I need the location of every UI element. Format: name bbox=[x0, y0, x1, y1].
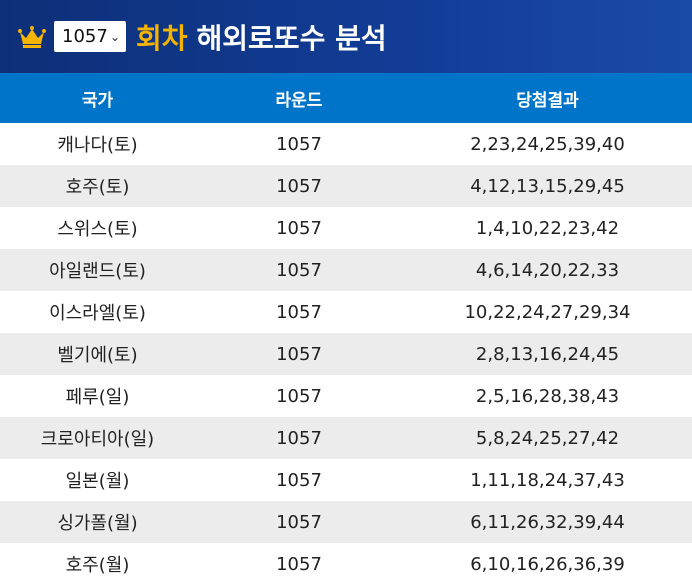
table-row: 싱가폴(월) 1057 6,11,26,32,39,44 bbox=[0, 501, 692, 543]
round-select-value: 1057 bbox=[62, 26, 108, 47]
result-cell: 6,10,16,26,36,39 bbox=[470, 553, 625, 575]
table-row: 이스라엘(토) 1057 10,22,24,27,29,34 bbox=[0, 291, 692, 333]
round-cell: 1057 bbox=[276, 133, 322, 155]
country-cell: 호주(토) bbox=[65, 177, 130, 198]
round-cell: 1057 bbox=[276, 427, 322, 449]
table-row: 호주(월) 1057 6,10,16,26,36,39 bbox=[0, 543, 692, 585]
result-cell: 5,8,24,25,27,42 bbox=[475, 427, 620, 449]
result-cell: 2,8,13,16,24,45 bbox=[475, 343, 620, 365]
country-cell: 크로아티아(일) bbox=[40, 429, 155, 450]
result-cell: 1,11,18,24,37,43 bbox=[470, 469, 625, 491]
round-cell: 1057 bbox=[276, 343, 322, 365]
country-cell: 아일랜드(토) bbox=[49, 261, 146, 282]
country-cell: 호주(월) bbox=[65, 555, 130, 576]
result-cell: 6,11,26,32,39,44 bbox=[470, 511, 625, 533]
round-select[interactable]: 1057 ⌄ bbox=[54, 21, 126, 52]
result-cell: 4,12,13,15,29,45 bbox=[470, 175, 625, 197]
table-row: 일본(월) 1057 1,11,18,24,37,43 bbox=[0, 459, 692, 501]
results-table-body: 캐나다(토) 1057 2,23,24,25,39,40 호주(토) 1057 4,12,… bbox=[0, 123, 692, 585]
title-accent: 회차 bbox=[136, 21, 188, 55]
table-row: 크로아티아(일) 1057 5,8,24,25,27,42 bbox=[0, 417, 692, 459]
result-cell: 10,22,24,27,29,34 bbox=[464, 301, 631, 323]
result-cell: 4,6,14,20,22,33 bbox=[475, 259, 620, 281]
table-row: 벨기에(토) 1057 2,8,13,16,24,45 bbox=[0, 333, 692, 375]
round-cell: 1057 bbox=[276, 553, 322, 575]
country-cell: 이스라엘(토) bbox=[49, 303, 146, 324]
country-cell: 스위스(토) bbox=[57, 219, 138, 240]
crown-icon bbox=[18, 25, 46, 48]
round-cell: 1057 bbox=[276, 511, 322, 533]
table-row: 호주(토) 1057 4,12,13,15,29,45 bbox=[0, 165, 692, 207]
round-cell: 1057 bbox=[276, 385, 322, 407]
result-cell: 2,23,24,25,39,40 bbox=[470, 133, 625, 155]
table-row: 스위스(토) 1057 1,4,10,22,23,42 bbox=[0, 207, 692, 249]
result-cell: 2,5,16,28,38,43 bbox=[475, 385, 620, 407]
column-header-result: 당첨결과 bbox=[516, 90, 579, 111]
table-row: 아일랜드(토) 1057 4,6,14,20,22,33 bbox=[0, 249, 692, 291]
country-cell: 싱가폴(월) bbox=[57, 513, 138, 534]
round-cell: 1057 bbox=[276, 259, 322, 281]
country-cell: 일본(월) bbox=[65, 471, 130, 492]
round-cell: 1057 bbox=[276, 469, 322, 491]
table-row: 페루(일) 1057 2,5,16,28,38,43 bbox=[0, 375, 692, 417]
column-header-country: 국가 bbox=[81, 90, 114, 111]
round-cell: 1057 bbox=[276, 217, 322, 239]
page-header: 1057 ⌄ 회차 해외로또수 분석 bbox=[0, 0, 692, 73]
chevron-down-icon: ⌄ bbox=[109, 29, 120, 44]
table-row: 캐나다(토) 1057 2,23,24,25,39,40 bbox=[0, 123, 692, 165]
page-title: 해외로또수 분석 bbox=[196, 21, 387, 55]
result-cell: 1,4,10,22,23,42 bbox=[475, 217, 620, 239]
round-cell: 1057 bbox=[276, 175, 322, 197]
country-cell: 캐나다(토) bbox=[57, 135, 138, 156]
round-cell: 1057 bbox=[276, 301, 322, 323]
country-cell: 페루(일) bbox=[65, 387, 130, 408]
column-header-round: 라운드 bbox=[275, 90, 323, 111]
country-cell: 벨기에(토) bbox=[57, 345, 138, 366]
table-header: 국가 라운드 당첨결과 bbox=[0, 73, 692, 123]
